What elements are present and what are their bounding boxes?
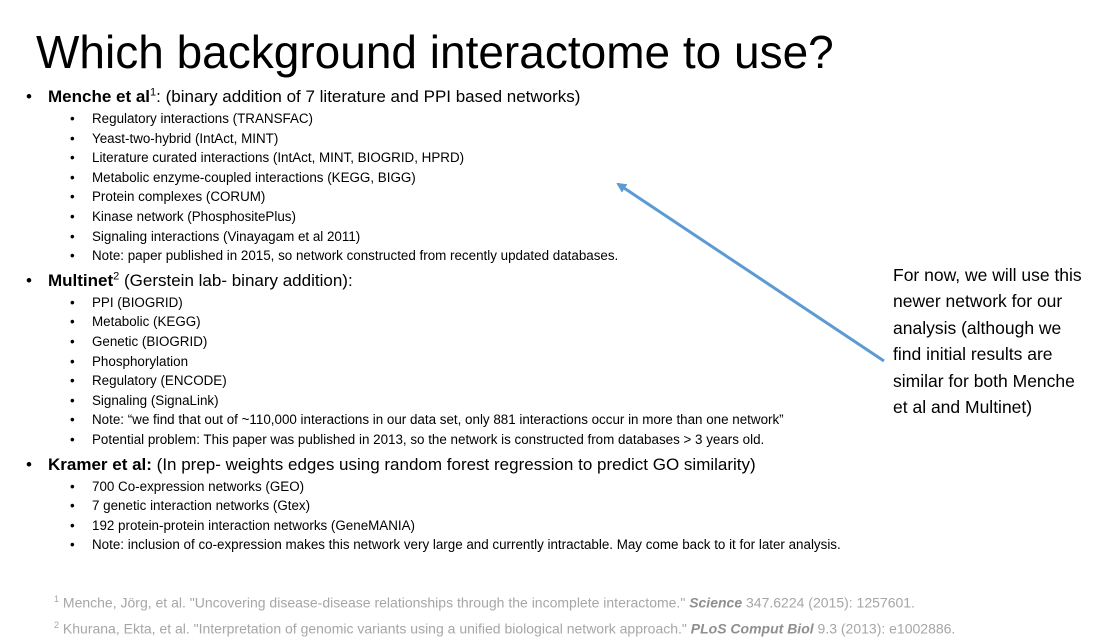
footnote: 2 Khurana, Ekta, et al. "Interpretation … (54, 614, 955, 639)
callout-note: For now, we will use this newer network … (893, 265, 1082, 418)
footnote: 1 Menche, Jörg, et al. "Uncovering disea… (54, 588, 955, 614)
footnote-tail: 9.3 (2013): e1002886. (813, 620, 956, 637)
footnote-text: Menche, Jörg, et al. "Uncovering disease… (59, 594, 690, 611)
footnotes: 1 Menche, Jörg, et al. "Uncovering disea… (54, 588, 955, 639)
footnote-journal: PLoS Comput Biol (690, 620, 814, 637)
footnote-journal: Science (689, 594, 743, 611)
footnote-text: Khurana, Ekta, et al. "Interpretation of… (59, 620, 691, 637)
footnote-tail: 347.6224 (2015): 1257601. (742, 594, 915, 611)
